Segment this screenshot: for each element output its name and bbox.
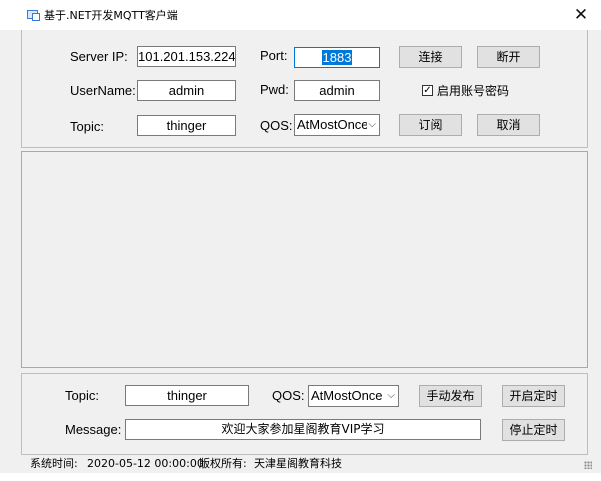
connect-button[interactable]: 连接 [399, 46, 462, 68]
enable-account-label: 启用账号密码 [437, 84, 510, 98]
main-window: 基于.NET开发MQTT客户端 ✕ Server IP: 101.201.153… [0, 0, 601, 481]
close-icon[interactable]: ✕ [568, 2, 594, 28]
server-ip-label: Server IP: [70, 49, 128, 64]
resize-grip-icon[interactable] [584, 461, 592, 469]
title-bar: 基于.NET开发MQTT客户端 ✕ [0, 0, 601, 30]
port-field[interactable]: 1883 [294, 47, 380, 68]
message-label: Message: [65, 422, 122, 437]
window-bottom-edge [0, 473, 601, 481]
username-field[interactable]: admin [137, 80, 236, 101]
stop-timer-button[interactable]: 停止定时 [502, 419, 565, 441]
publish-topic-label: Topic: [65, 388, 99, 403]
publish-qos-label: QOS: [272, 388, 305, 403]
publish-panel: Topic: thinger QOS: AtMostOnce ⌵ 手动发布 开启… [21, 373, 588, 455]
manual-publish-button[interactable]: 手动发布 [419, 385, 482, 407]
pwd-field[interactable]: admin [294, 80, 380, 101]
qos-label: QOS: [260, 118, 293, 133]
app-window-icon [27, 10, 40, 21]
publish-topic-field[interactable]: thinger [125, 385, 249, 406]
message-log[interactable] [21, 151, 588, 368]
qos-select[interactable]: AtMostOnce ⌵ [294, 114, 380, 136]
system-time-value: 2020-05-12 00:00:00 [87, 457, 204, 470]
qos-selected-value: AtMostOnce [297, 117, 367, 132]
publish-qos-selected-value: AtMostOnce [311, 388, 383, 403]
username-label: UserName: [70, 83, 136, 98]
port-value: 1883 [321, 50, 353, 65]
server-ip-field[interactable]: 101.201.153.224 [137, 46, 236, 67]
copyright-label: 版权所有: [199, 457, 247, 470]
pwd-label: Pwd: [260, 82, 289, 97]
start-timer-button[interactable]: 开启定时 [502, 385, 565, 407]
port-label: Port: [260, 48, 288, 63]
system-time-label: 系统时间: [30, 457, 78, 470]
message-field[interactable]: 欢迎大家参加星阁教育VIP学习 [125, 419, 481, 440]
topic-label: Topic: [70, 119, 104, 134]
chevron-down-icon: ⌵ [387, 390, 395, 401]
window-title: 基于.NET开发MQTT客户端 [44, 9, 178, 22]
copyright-value: 天津星阁教育科技 [254, 457, 342, 470]
chevron-down-icon: ⌵ [368, 119, 376, 130]
cancel-subscribe-button[interactable]: 取消 [477, 114, 540, 136]
disconnect-button[interactable]: 断开 [477, 46, 540, 68]
publish-qos-select[interactable]: AtMostOnce ⌵ [308, 385, 399, 407]
connection-panel: Server IP: 101.201.153.224 Port: 1883 连接… [21, 30, 588, 148]
status-bar: 系统时间: 2020-05-12 00:00:00 版权所有: 天津星阁教育科技 [21, 455, 594, 473]
enable-account-checkbox[interactable]: ✓ [422, 85, 433, 96]
topic-field[interactable]: thinger [137, 115, 236, 136]
subscribe-button[interactable]: 订阅 [399, 114, 462, 136]
